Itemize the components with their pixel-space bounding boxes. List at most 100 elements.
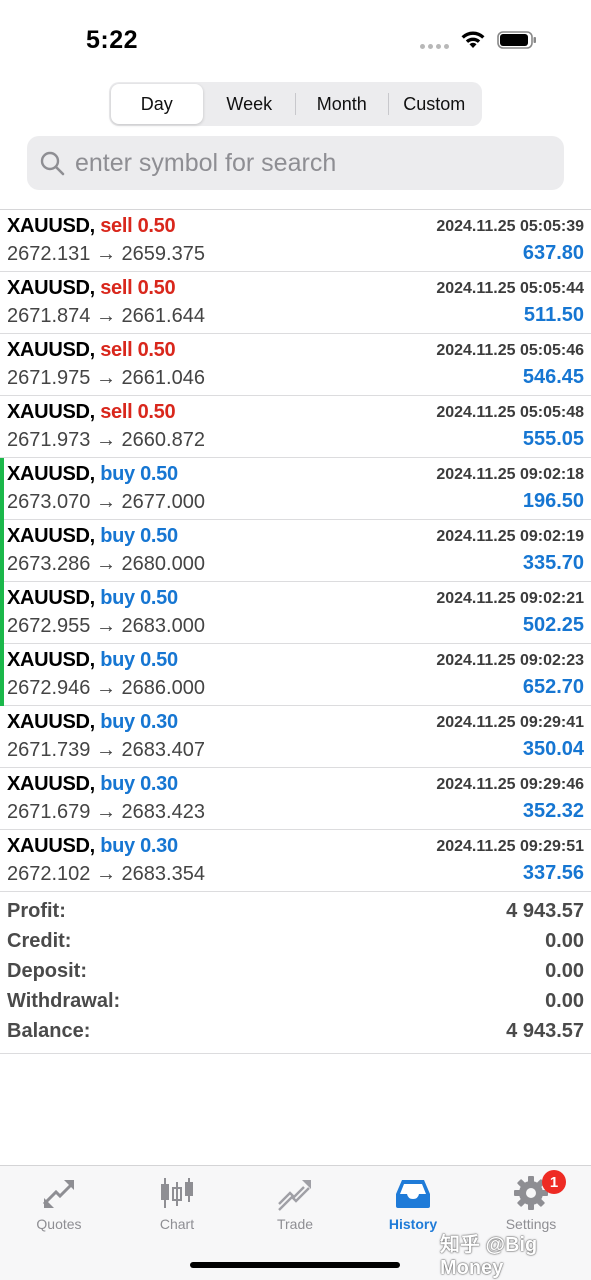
segment-custom[interactable]: Custom	[389, 84, 481, 124]
deal-profit: 511.50	[523, 304, 584, 326]
search-bar[interactable]	[27, 136, 564, 190]
deal-datetime: 2024.11.25 09:29:51	[436, 838, 584, 855]
deal-profit: 350.04	[522, 738, 584, 760]
deal-symbol: XAUUSD,	[7, 587, 95, 609]
chart-icon	[161, 1178, 193, 1208]
deal-side: buy 0.50	[100, 463, 178, 485]
deal-prices: 2673.286 → 2680.000	[7, 553, 205, 575]
tab-quotes[interactable]: Quotes	[0, 1174, 118, 1240]
wifi-icon	[461, 31, 485, 48]
deal-datetime: 2024.11.25 05:05:46	[436, 342, 584, 359]
deal-profit: 637.80	[522, 242, 584, 264]
deal-side: sell 0.50	[100, 401, 176, 423]
deal-datetime: 2024.11.25 05:05:44	[436, 280, 584, 297]
deal-datetime: 2024.11.25 09:29:41	[436, 714, 584, 731]
deal-datetime: 2024.11.25 09:29:46	[436, 776, 584, 793]
deal-datetime: 2024.11.25 09:02:21	[436, 590, 584, 607]
account-summary: Profit: 4 943.57 Credit: 0.00 Deposit: 0…	[0, 898, 591, 1048]
divider	[0, 1053, 591, 1054]
deal-side: sell 0.50	[100, 215, 176, 237]
deal-prices: 2672.946 → 2686.000	[7, 677, 205, 699]
deal-side: sell 0.50	[100, 339, 176, 361]
deal-datetime: 2024.11.25 09:02:19	[436, 528, 584, 545]
deal-symbol: XAUUSD,	[7, 835, 95, 857]
home-indicator	[190, 1262, 400, 1268]
status-time: 5:22	[86, 26, 139, 54]
deal-row[interactable]: XAUUSD, buy 0.30 2024.11.25 09:29:51 267…	[0, 830, 591, 892]
segment-week[interactable]: Week	[204, 84, 296, 124]
deal-symbol: XAUUSD,	[7, 277, 95, 299]
cellular-signal-icon	[420, 44, 449, 49]
notification-badge: 1	[542, 1170, 566, 1194]
deal-datetime: 2024.11.25 09:02:23	[436, 652, 584, 669]
deal-prices: 2672.102 → 2683.354	[7, 863, 205, 885]
summary-value: 4 943.57	[506, 900, 584, 922]
search-input[interactable]	[75, 148, 535, 178]
deal-row[interactable]: XAUUSD, buy 0.50 2024.11.25 09:02:19 267…	[0, 520, 591, 582]
deal-symbol: XAUUSD,	[7, 463, 95, 485]
deal-symbol: XAUUSD,	[7, 649, 95, 671]
watermark: 知乎 @Big Money	[440, 1234, 538, 1279]
deal-side: sell 0.50	[100, 277, 176, 299]
summary-deposit: Deposit: 0.00	[0, 958, 591, 988]
summary-label: Credit:	[7, 930, 72, 952]
deal-datetime: 2024.11.25 09:02:18	[436, 466, 584, 483]
quotes-icon	[42, 1180, 75, 1208]
summary-value: 0.00	[545, 960, 584, 982]
summary-value: 0.00	[545, 930, 584, 952]
summary-value: 4 943.57	[506, 1020, 584, 1042]
status-bar: 5:22	[0, 0, 591, 74]
deal-side: buy 0.30	[100, 773, 178, 795]
segment-day[interactable]: Day	[111, 84, 203, 124]
deal-prices: 2672.131 → 2659.375	[7, 243, 205, 265]
tab-label: Chart	[159, 1216, 195, 1232]
tab-chart[interactable]: Chart	[118, 1174, 236, 1240]
deal-side: buy 0.50	[100, 587, 178, 609]
deal-symbol: XAUUSD,	[7, 401, 95, 423]
summary-label: Deposit:	[7, 960, 87, 982]
search-icon	[40, 151, 65, 176]
tab-label: Trade	[276, 1216, 314, 1232]
tab-trade[interactable]: Trade	[236, 1174, 354, 1240]
deal-prices: 2672.955 → 2683.000	[7, 615, 205, 637]
deal-side: buy 0.30	[100, 835, 178, 857]
deal-side: buy 0.50	[100, 649, 178, 671]
deal-symbol: XAUUSD,	[7, 215, 95, 237]
tab-label: History	[388, 1216, 438, 1232]
deal-row[interactable]: XAUUSD, buy 0.50 2024.11.25 09:02:21 267…	[0, 582, 591, 644]
deal-row[interactable]: XAUUSD, sell 0.50 2024.11.25 05:05:46 26…	[0, 334, 591, 396]
deal-row[interactable]: XAUUSD, buy 0.30 2024.11.25 09:29:41 267…	[0, 706, 591, 768]
deal-symbol: XAUUSD,	[7, 339, 95, 361]
summary-label: Profit:	[7, 900, 66, 922]
deal-profit: 652.70	[522, 676, 584, 698]
summary-value: 0.00	[545, 990, 584, 1012]
deal-side: buy 0.30	[100, 711, 178, 733]
history-icon	[396, 1180, 430, 1208]
deal-row[interactable]: XAUUSD, sell 0.50 2024.11.25 05:05:39 26…	[0, 210, 591, 272]
battery-icon	[497, 31, 536, 49]
deal-datetime: 2024.11.25 05:05:39	[436, 218, 584, 235]
deal-profit: 196.50	[522, 490, 584, 512]
deal-prices: 2671.874 → 2661.644	[7, 305, 205, 327]
summary-label: Withdrawal:	[7, 990, 121, 1012]
deal-profit: 546.45	[522, 366, 584, 388]
deal-prices: 2671.973 → 2660.872	[7, 429, 205, 451]
deal-prices: 2671.975 → 2661.046	[7, 367, 205, 389]
deal-row[interactable]: XAUUSD, buy 0.50 2024.11.25 09:02:23 267…	[0, 644, 591, 706]
summary-withdrawal: Withdrawal: 0.00	[0, 988, 591, 1018]
deal-row[interactable]: XAUUSD, buy 0.50 2024.11.25 09:02:18 267…	[0, 458, 591, 520]
deal-profit: 352.32	[522, 800, 584, 822]
deal-prices: 2673.070 → 2677.000	[7, 491, 205, 513]
deal-row[interactable]: XAUUSD, sell 0.50 2024.11.25 05:05:48 26…	[0, 396, 591, 458]
deal-profit: 335.70	[522, 552, 584, 574]
segment-month[interactable]: Month	[296, 84, 388, 124]
period-segmented-control: Day Week Month Custom	[109, 82, 482, 126]
deal-row[interactable]: XAUUSD, buy 0.30 2024.11.25 09:29:46 267…	[0, 768, 591, 830]
deal-symbol: XAUUSD,	[7, 525, 95, 547]
deal-side: buy 0.50	[100, 525, 178, 547]
summary-label: Balance:	[7, 1020, 91, 1042]
summary-profit: Profit: 4 943.57	[0, 898, 591, 928]
deal-profit: 502.25	[522, 614, 584, 636]
deal-prices: 2671.739 → 2683.407	[7, 739, 205, 761]
deal-row[interactable]: XAUUSD, sell 0.50 2024.11.25 05:05:44 26…	[0, 272, 591, 334]
